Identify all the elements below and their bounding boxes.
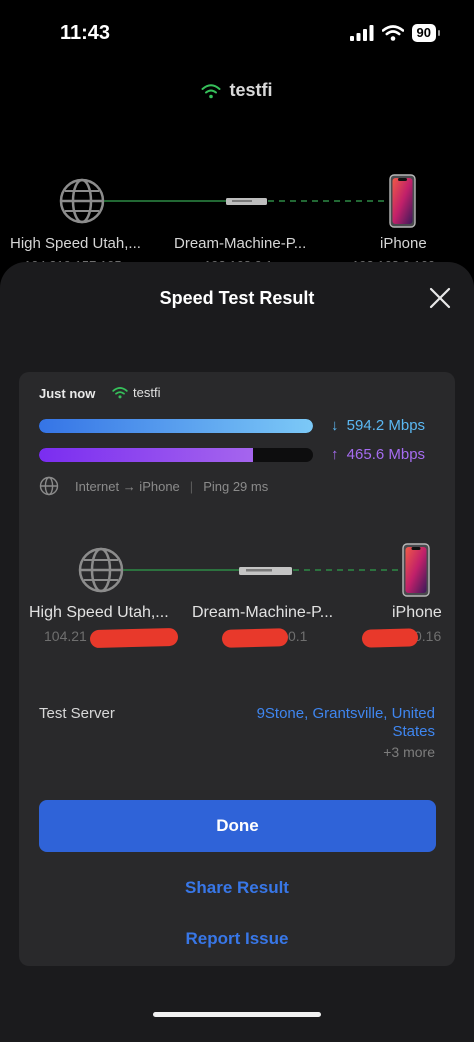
status-icons: 90: [349, 24, 441, 42]
download-bar: [39, 419, 313, 433]
globe-icon: [39, 476, 59, 496]
report-issue-button[interactable]: Report Issue: [0, 929, 474, 949]
iphone-icon: [402, 543, 430, 597]
upload-value: 465.6 Mbps: [346, 446, 426, 463]
bg-node-label-isp: High Speed Utah,...: [10, 235, 141, 252]
test-server-label: Test Server: [39, 705, 115, 722]
router-icon: [226, 198, 267, 205]
result-timestamp: Just now: [39, 386, 96, 401]
cellular-signal-icon: [349, 25, 374, 41]
upload-bar: [39, 448, 313, 462]
ping-text: Ping 29 ms: [203, 478, 269, 494]
download-value: 594.2 Mbps: [346, 417, 426, 434]
close-icon: [429, 287, 451, 309]
done-button[interactable]: Done: [39, 800, 436, 852]
separator: |: [189, 478, 194, 494]
upload-speed: ↑ 465.6 Mbps: [331, 446, 425, 463]
node-label-iphone: iPhone: [392, 604, 442, 621]
node-sub-isp: 104.21: [44, 628, 87, 644]
redaction-mark: [221, 628, 289, 648]
route-text: Internet → iPhone: [75, 478, 180, 494]
globe-icon: [78, 547, 124, 593]
home-indicator[interactable]: [153, 1012, 321, 1017]
battery-indicator: 90: [411, 24, 441, 42]
result-network: testfi: [112, 385, 160, 400]
download-bar-fill: [39, 419, 313, 433]
bg-network-header: testfi: [0, 80, 474, 101]
route-info: Internet → iPhone | Ping 29 ms: [39, 476, 268, 496]
node-sub-router: 0.1: [288, 628, 308, 644]
globe-icon: [59, 178, 105, 224]
sheet-title: Speed Test Result: [159, 288, 315, 308]
result-topology-diagram: [78, 543, 430, 597]
wifi-icon: [201, 83, 221, 98]
test-server-link[interactable]: 9Stone, Grantsville, United States: [215, 705, 435, 741]
node-label-isp: High Speed Utah,...: [29, 604, 169, 621]
share-result-button[interactable]: Share Result: [0, 878, 474, 898]
wifi-icon: [112, 387, 128, 399]
wifi-status-icon: [381, 25, 404, 41]
upload-arrow-icon: ↑: [331, 446, 339, 463]
status-time: 11:43: [60, 22, 111, 44]
test-server-more[interactable]: +3 more: [383, 744, 435, 760]
redaction-mark: [89, 627, 179, 649]
close-button[interactable]: [424, 282, 456, 314]
iphone-icon: [389, 174, 416, 228]
node-label-router: Dream-Machine-P...: [192, 604, 334, 621]
bg-network-name: testfi: [229, 80, 273, 100]
bg-topology-diagram: [59, 174, 416, 228]
download-arrow-icon: ↓: [331, 417, 339, 434]
download-speed: ↓ 594.2 Mbps: [331, 417, 425, 434]
upload-bar-fill: [39, 448, 253, 462]
node-sub-iphone: 0.16: [414, 628, 442, 644]
bg-node-label-iphone: iPhone: [380, 235, 427, 252]
redaction-mark: [361, 628, 419, 648]
result-network-name: testfi: [133, 385, 161, 400]
router-icon: [239, 567, 292, 575]
bg-node-label-router: Dream-Machine-P...: [174, 235, 307, 252]
